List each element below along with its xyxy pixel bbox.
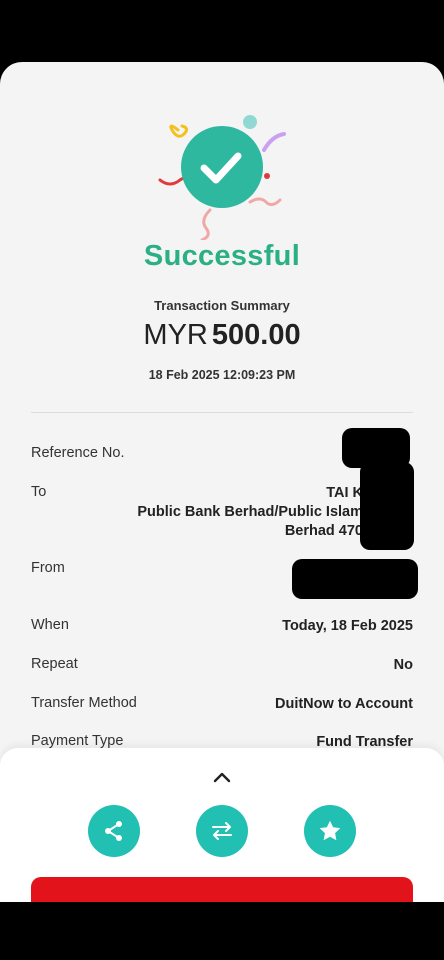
detail-value-line: Public Bank Berhad/Public Islam [137,504,363,520]
detail-label: To [31,484,47,500]
bottom-black-bar [0,902,444,960]
detail-row-to: To TAI K Public Bank Berhad/Public Islam… [31,484,413,544]
detail-value-line: TAI K [326,485,363,501]
detail-value: Today, 18 Feb 2025 [282,618,413,634]
divider [31,412,413,413]
detail-label: Repeat [31,656,78,672]
detail-label: Transfer Method [31,695,137,711]
detail-label: Payment Type [31,733,124,749]
favourite-button[interactable] [304,805,356,857]
detail-label: Reference No. [31,445,125,461]
transfer-again-button[interactable] [196,805,248,857]
amount-currency: MYR [143,319,208,351]
detail-value-line: Berhad 470 [284,523,363,539]
redaction-mark [292,559,418,599]
share-button[interactable] [88,805,140,857]
transaction-amount: MYR 500.00 [0,319,444,352]
top-black-bar [0,0,444,62]
detail-label: When [31,617,69,633]
star-icon [319,820,341,841]
success-celebration-icon [158,115,286,240]
detail-value: DuitNow to Account [275,696,413,712]
transaction-summary-label: Transaction Summary [154,298,290,313]
bottom-action-panel [0,748,444,902]
detail-value: No [393,657,413,673]
detail-value-multiline: TAI K Public Bank Berhad/Public Islam Be… [137,484,363,541]
detail-label: From [31,560,65,576]
amount-value: 500.00 [211,319,301,351]
redaction-mark [360,462,414,550]
transfer-arrows-icon [212,822,232,840]
chevron-up-icon[interactable] [212,770,232,784]
transaction-datetime: 18 Feb 2025 12:09:23 PM [148,368,296,382]
primary-action-button[interactable] [31,877,413,902]
share-icon [105,821,122,841]
receipt-sheet: Successful Transaction Summary MYR 500.00… [0,62,444,902]
status-title: Successful [143,240,301,272]
